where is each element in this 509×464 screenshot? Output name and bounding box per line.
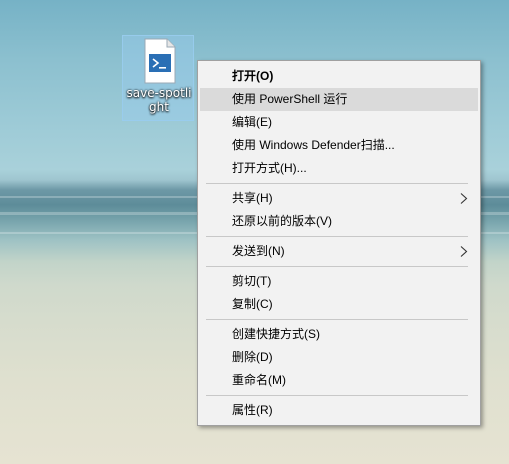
menu-item-open-with[interactable]: 打开方式(H)... <box>200 157 478 180</box>
context-menu: 打开(O) 使用 PowerShell 运行 编辑(E) 使用 Windows … <box>197 60 481 426</box>
menu-separator <box>206 236 468 237</box>
menu-item-run-with-powershell[interactable]: 使用 PowerShell 运行 <box>200 88 478 111</box>
chevron-right-icon <box>460 193 468 204</box>
menu-separator <box>206 319 468 320</box>
menu-item-share[interactable]: 共享(H) <box>200 187 478 210</box>
menu-item-delete[interactable]: 删除(D) <box>200 346 478 369</box>
menu-item-share-label: 共享(H) <box>232 191 273 205</box>
menu-item-open[interactable]: 打开(O) <box>200 65 478 88</box>
menu-item-restore-previous-versions[interactable]: 还原以前的版本(V) <box>200 210 478 233</box>
menu-separator <box>206 266 468 267</box>
desktop-icon-save-spotlight[interactable]: save-spotlight <box>122 35 194 121</box>
menu-item-send-to-label: 发送到(N) <box>232 244 285 258</box>
menu-item-edit[interactable]: 编辑(E) <box>200 111 478 134</box>
powershell-script-file-icon <box>137 38 181 84</box>
menu-separator <box>206 395 468 396</box>
menu-item-cut[interactable]: 剪切(T) <box>200 270 478 293</box>
desktop[interactable]: save-spotlight 打开(O) 使用 PowerShell 运行 编辑… <box>0 0 509 464</box>
desktop-icon-label: save-spotlight <box>126 86 192 114</box>
menu-item-scan-with-defender[interactable]: 使用 Windows Defender扫描... <box>200 134 478 157</box>
menu-item-copy[interactable]: 复制(C) <box>200 293 478 316</box>
menu-item-properties[interactable]: 属性(R) <box>200 399 478 422</box>
chevron-right-icon <box>460 246 468 257</box>
menu-item-rename[interactable]: 重命名(M) <box>200 369 478 392</box>
menu-item-create-shortcut[interactable]: 创建快捷方式(S) <box>200 323 478 346</box>
menu-item-send-to[interactable]: 发送到(N) <box>200 240 478 263</box>
menu-separator <box>206 183 468 184</box>
